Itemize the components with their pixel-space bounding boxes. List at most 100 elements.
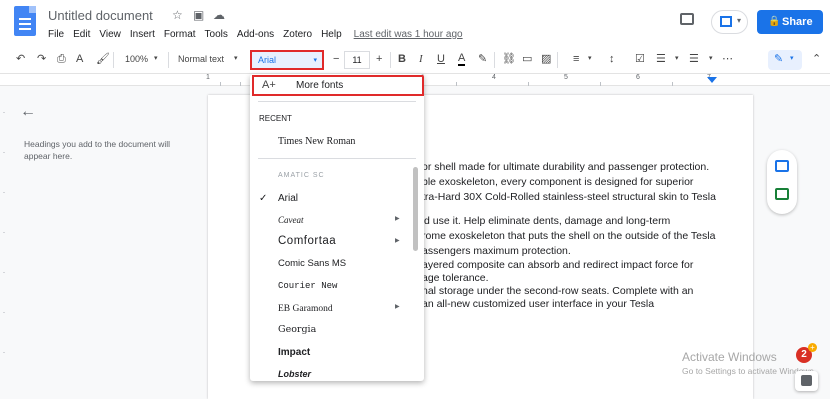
ruler-tick [240,82,241,86]
more-fonts-label: More fonts [296,80,344,91]
style-select[interactable]: Normal text [178,52,224,66]
docs-logo-icon[interactable] [14,6,36,36]
document-line: an all-new customized user interface in … [422,298,655,310]
align-left-icon[interactable]: ≡ [573,52,579,66]
font-item-comic-sans-ms[interactable]: Comic Sans MS [278,258,346,269]
cloud-status-icon[interactable]: ☁ [213,8,225,22]
spellcheck-icon[interactable]: A [76,52,83,66]
font-item-amatic-sc[interactable]: AMATIC SC [278,172,325,179]
ruler-tick [600,82,601,86]
insert-image-icon[interactable]: ▨ [541,52,551,66]
insert-link-icon[interactable]: ⛓ [502,52,516,66]
decrease-font-size-icon[interactable]: − [333,52,339,66]
font-item-impact[interactable]: Impact [278,347,310,358]
ruler-tick [220,82,221,86]
menu-file[interactable]: File [48,29,64,40]
menu-add-ons[interactable]: Add-ons [237,29,274,40]
ruler-tick [528,82,529,86]
move-folder-icon[interactable]: ▣ [193,8,204,22]
undo-icon[interactable]: ↶ [16,52,25,66]
add-comment-icon[interactable] [775,160,789,172]
vertical-ruler-tick: - [3,350,5,356]
document-line: or shell made for ultimate durability an… [422,161,710,173]
submenu-arrow-icon: ▶ [395,216,400,222]
menu-view[interactable]: View [99,29,121,40]
suggest-edits-icon[interactable] [775,188,789,200]
document-title[interactable]: Untitled document [48,8,153,23]
increase-font-size-icon[interactable]: + [376,52,382,66]
font-item-arial[interactable]: Arial [278,193,298,204]
text-color-icon[interactable]: A [458,52,466,66]
toolbar-divider [390,52,391,68]
chevron-down-icon: ▾ [790,55,794,62]
bulleted-list-icon[interactable]: ☰ [656,52,666,66]
plus-icon: + [808,343,817,352]
font-add-icon: A+ [262,79,276,91]
ruler-number: 4 [492,74,496,81]
line-spacing-icon[interactable]: ↕ [609,52,615,66]
document-line: tra-Hard 30X Cold-Rolled stainless-steel… [422,191,716,203]
numbered-list-icon[interactable]: ☰ [689,52,699,66]
menu-scrollbar[interactable] [413,167,418,251]
menu-bar: File Edit View Insert Format Tools Add-o… [48,29,472,40]
font-item-courier-new[interactable]: Courier New [278,281,337,291]
font-item-comfortaa[interactable]: Comfortaa [278,235,336,247]
font-item-lobster[interactable]: Lobster [278,369,311,379]
document-line: assengers maximum protection. [422,245,571,257]
checklist-icon[interactable]: ☑ [635,52,645,66]
ruler-tick [456,82,457,86]
document-line: ble exoskeleton, every component is desi… [422,176,694,188]
toolbar-divider [113,52,114,68]
highlight-color-icon[interactable]: ✎ [478,52,487,66]
ruler-number: 1 [206,74,210,81]
paint-format-icon[interactable]: 🖌 [96,52,110,66]
star-icon[interactable]: ☆ [172,8,183,22]
add-comment-icon[interactable]: ▭ [522,52,532,66]
underline-icon[interactable]: U [437,52,445,66]
menu-zotero[interactable]: Zotero [283,29,312,40]
menu-divider [258,101,416,102]
ruler-number: 6 [636,74,640,81]
last-edit-link[interactable]: Last edit was 1 hour ago [354,29,463,40]
vertical-ruler-tick: - [3,190,5,196]
ruler-tick [672,82,673,86]
font-item-georgia[interactable]: Georgia [278,324,316,335]
font-item-times-new-roman[interactable]: Times New Roman [278,136,355,147]
more-options-icon[interactable]: ⋯ [722,52,733,66]
close-outline-arrow-icon[interactable]: ← [20,103,36,121]
more-fonts-item[interactable]: A+ More fonts [252,75,424,96]
menu-insert[interactable]: Insert [130,29,155,40]
font-item-caveat[interactable]: Caveat [278,215,304,225]
menu-divider [258,158,416,159]
editing-mode-button[interactable]: ✎ ▾ [768,50,802,70]
font-size-input[interactable]: 11 [344,51,370,69]
vertical-ruler-tick: - [3,270,5,276]
toolbar-divider [168,52,169,68]
vertical-ruler-tick: - [3,110,5,116]
collapse-menus-icon[interactable]: ⌃ [812,52,821,66]
font-item-eb-garamond[interactable]: EB Garamond [278,304,333,314]
menu-tools[interactable]: Tools [205,29,228,40]
bold-icon[interactable]: B [398,52,406,66]
explore-button[interactable] [795,371,818,391]
document-line: ayered composite can absorb and redirect… [422,259,694,271]
pencil-icon: ✎ [774,53,784,65]
menu-format[interactable]: Format [164,29,196,40]
toolbar: ↶ ↷ ⎙ A 🖌 100% ▾ Normal text ▾ Arial ▾ −… [0,46,830,74]
submenu-arrow-icon: ▶ [395,238,400,244]
chevron-down-icon: ▾ [234,55,238,62]
menu-help[interactable]: Help [321,29,342,40]
font-select[interactable]: Arial ▾ [250,50,324,70]
present-button[interactable]: ▾ [711,10,748,34]
menu-edit[interactable]: Edit [73,29,90,40]
redo-icon[interactable]: ↷ [37,52,46,66]
chevron-down-icon: ▾ [709,55,713,62]
comment-history-icon[interactable] [680,13,694,25]
print-icon[interactable]: ⎙ [57,52,66,66]
share-button[interactable]: 🔒 Share [757,10,823,34]
zoom-select[interactable]: 100% [125,52,148,66]
right-indent-marker[interactable] [707,77,717,83]
italic-icon[interactable]: I [419,52,423,66]
chevron-down-icon: ▾ [588,55,592,62]
side-actions [767,150,797,214]
